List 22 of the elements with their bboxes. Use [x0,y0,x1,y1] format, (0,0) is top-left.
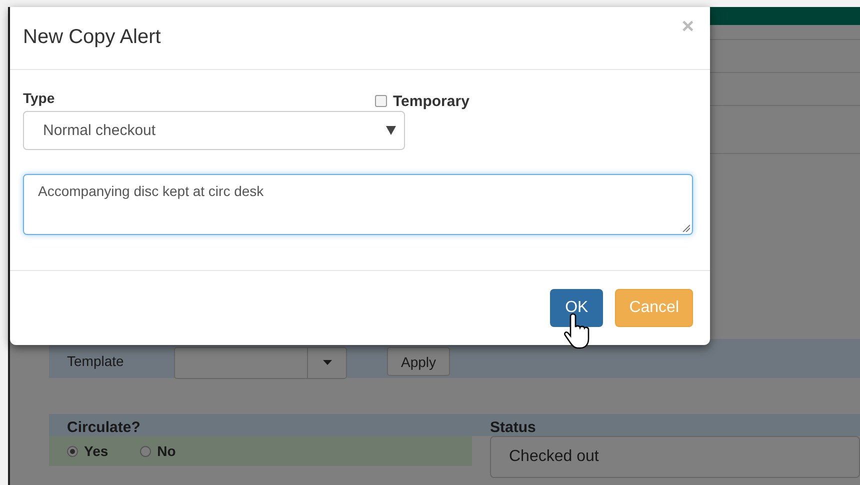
template-combobox[interactable] [174,346,347,378]
status-select[interactable]: Checked out [490,436,860,478]
caret-icon [386,126,396,135]
circulate-label: Circulate? [67,419,140,436]
type-label: Type [23,90,55,106]
option-label: No [157,443,176,459]
temporary-label: Temporary [393,93,470,110]
resize-grip-icon [682,224,690,232]
type-select[interactable]: Normal checkout [23,111,405,150]
template-label: Template [67,352,125,368]
ok-button[interactable]: OK [550,289,604,327]
dialog-title: New Copy Alert [23,26,161,50]
status-label: Status [490,419,536,436]
caret-icon [322,360,332,365]
radio-button[interactable] [67,446,78,456]
apply-button[interactable]: Apply [387,347,450,376]
note-text: Accompanying disc kept at circ desk [38,183,264,199]
alert-note-field[interactable]: Accompanying disc kept at circ desk [23,174,693,235]
option-label: Yes [84,443,108,459]
radio-button[interactable] [140,446,152,456]
temporary-checkbox[interactable] [375,95,387,107]
type-value: Normal checkout [43,122,156,139]
